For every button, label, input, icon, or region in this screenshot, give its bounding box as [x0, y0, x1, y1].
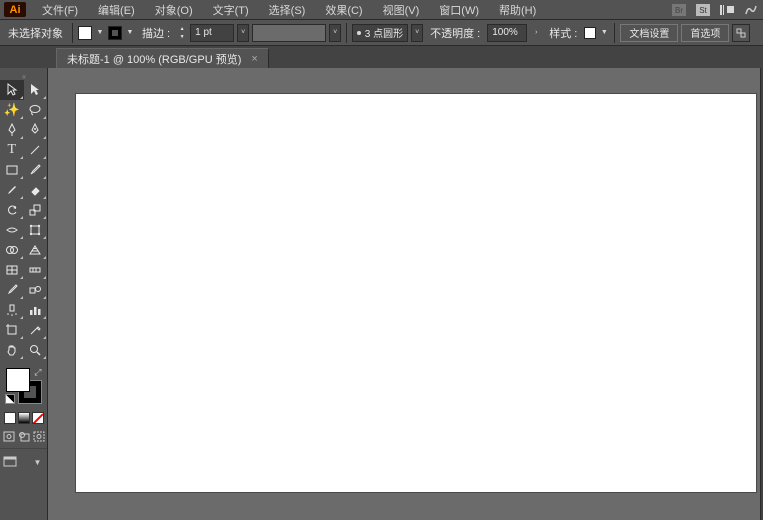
style-label: 样式 : — [545, 25, 581, 41]
draw-inside-icon[interactable] — [32, 430, 45, 442]
menu-object[interactable]: 对象(O) — [145, 0, 203, 20]
artboard-tool[interactable] — [0, 320, 24, 340]
eraser-tool[interactable] — [24, 180, 48, 200]
direct-selection-tool[interactable] — [24, 80, 48, 100]
gpu-icon[interactable] — [740, 1, 762, 19]
draw-normal-icon[interactable] — [2, 430, 15, 442]
menu-edit[interactable]: 编辑(E) — [88, 0, 145, 20]
preferences-button[interactable]: 首选项 — [681, 24, 729, 42]
tab-bar: 未标题-1 @ 100% (RGB/GPU 预览) × — [0, 46, 763, 68]
menu-window[interactable]: 窗口(W) — [429, 0, 489, 20]
fill-swatch[interactable] — [78, 26, 92, 40]
fill-stroke-swatches[interactable]: ⤢ — [6, 368, 42, 404]
brush-definition[interactable]: 3 点圆形 — [352, 24, 408, 42]
screen-mode-button[interactable] — [3, 455, 17, 469]
line-segment-tool[interactable] — [24, 140, 48, 160]
lasso-tool[interactable] — [24, 100, 48, 120]
stroke-weight-spinner[interactable]: ▲▼ — [177, 25, 187, 41]
blend-tool[interactable] — [24, 280, 48, 300]
brush-swatch[interactable] — [252, 24, 326, 42]
menu-help[interactable]: 帮助(H) — [489, 0, 546, 20]
fill-dropdown[interactable]: ▼ — [95, 25, 105, 40]
stroke-dropdown[interactable]: ▼ — [125, 25, 135, 40]
doc-setup-button[interactable]: 文档设置 — [620, 24, 678, 42]
color-mode-button[interactable] — [4, 412, 16, 424]
menu-file[interactable]: 文件(F) — [32, 0, 88, 20]
perspective-grid-tool[interactable] — [24, 240, 48, 260]
document-tab[interactable]: 未标题-1 @ 100% (RGB/GPU 预览) × — [56, 48, 269, 68]
fill-color-swatch[interactable] — [6, 368, 30, 392]
mesh-tool[interactable] — [0, 260, 24, 280]
stroke-weight-dropdown[interactable]: ˅ — [237, 24, 249, 42]
artboard[interactable] — [76, 94, 756, 492]
align-icon[interactable] — [732, 24, 750, 42]
scale-tool[interactable] — [24, 200, 48, 220]
brush-dropdown[interactable]: ˅ — [411, 24, 423, 42]
stroke-label: 描边 : — [138, 25, 174, 41]
swap-fill-stroke-icon[interactable]: ⤢ — [34, 367, 41, 378]
toolbar-grip[interactable] — [0, 72, 47, 80]
stroke-swatch[interactable] — [108, 26, 122, 40]
opacity-dropdown[interactable]: › — [530, 24, 542, 42]
arrange-documents-icon[interactable]: ▼ — [716, 1, 738, 19]
style-dropdown[interactable]: ▼ — [599, 25, 609, 40]
none-mode-button[interactable] — [32, 412, 44, 424]
hand-tool[interactable] — [0, 340, 24, 360]
var-width-dropdown[interactable]: ˅ — [329, 24, 341, 42]
width-tool[interactable] — [0, 220, 24, 240]
menu-bar: Ai 文件(F) 编辑(E) 对象(O) 文字(T) 选择(S) 效果(C) 视… — [0, 0, 763, 20]
color-mode-row — [0, 408, 47, 428]
shaper-tool[interactable] — [0, 180, 24, 200]
draw-mode-row — [0, 428, 47, 444]
svg-text:Br: Br — [675, 6, 683, 15]
eyedropper-tool[interactable] — [0, 280, 24, 300]
app-icon: Ai — [4, 2, 26, 17]
free-transform-tool[interactable] — [24, 220, 48, 240]
zoom-tool[interactable] — [24, 340, 48, 360]
menu-view[interactable]: 视图(V) — [373, 0, 430, 20]
opacity-input[interactable] — [487, 24, 527, 42]
menu-select[interactable]: 选择(S) — [259, 0, 316, 20]
type-tool[interactable]: T — [0, 140, 24, 160]
stock-icon[interactable]: St — [692, 1, 714, 19]
main-area: ✨ T — [0, 68, 763, 520]
screen-mode-dropdown[interactable]: ▼ — [31, 455, 45, 469]
opacity-label: 不透明度 : — [426, 25, 484, 41]
selection-tool[interactable] — [0, 80, 24, 100]
symbol-sprayer-tool[interactable] — [0, 300, 24, 320]
rotate-tool[interactable] — [0, 200, 24, 220]
color-section: ⤢ — [0, 366, 47, 406]
svg-text:St: St — [699, 6, 707, 15]
default-fill-stroke-icon[interactable] — [5, 394, 15, 404]
gradient-tool[interactable] — [24, 260, 48, 280]
paintbrush-tool[interactable] — [24, 160, 48, 180]
tools-panel: ✨ T — [0, 68, 48, 520]
canvas-viewport[interactable] — [48, 68, 763, 520]
menu-effect[interactable]: 效果(C) — [315, 0, 372, 20]
magic-wand-tool[interactable]: ✨ — [0, 100, 24, 120]
slice-tool[interactable] — [24, 320, 48, 340]
tab-close-button[interactable]: × — [251, 53, 257, 65]
rectangle-tool[interactable] — [0, 160, 24, 180]
style-swatch[interactable] — [584, 27, 596, 39]
pen-tool[interactable] — [0, 120, 24, 140]
screen-mode-row: ▼ — [0, 448, 47, 471]
gradient-mode-button[interactable] — [18, 412, 30, 424]
stroke-weight-input[interactable] — [190, 24, 234, 42]
draw-behind-icon[interactable] — [17, 430, 30, 442]
curvature-tool[interactable] — [24, 120, 48, 140]
selection-label: 未选择对象 — [4, 25, 67, 41]
tab-title: 未标题-1 @ 100% (RGB/GPU 预览) — [67, 51, 241, 67]
shape-builder-tool[interactable] — [0, 240, 24, 260]
menu-type[interactable]: 文字(T) — [203, 0, 259, 20]
column-graph-tool[interactable] — [24, 300, 48, 320]
control-bar: 未选择对象 ▼ ▼ 描边 : ▲▼ ˅ ˅ 3 点圆形 ˅ 不透明度 : › 样… — [0, 20, 763, 46]
bridge-icon[interactable]: Br — [668, 1, 690, 19]
